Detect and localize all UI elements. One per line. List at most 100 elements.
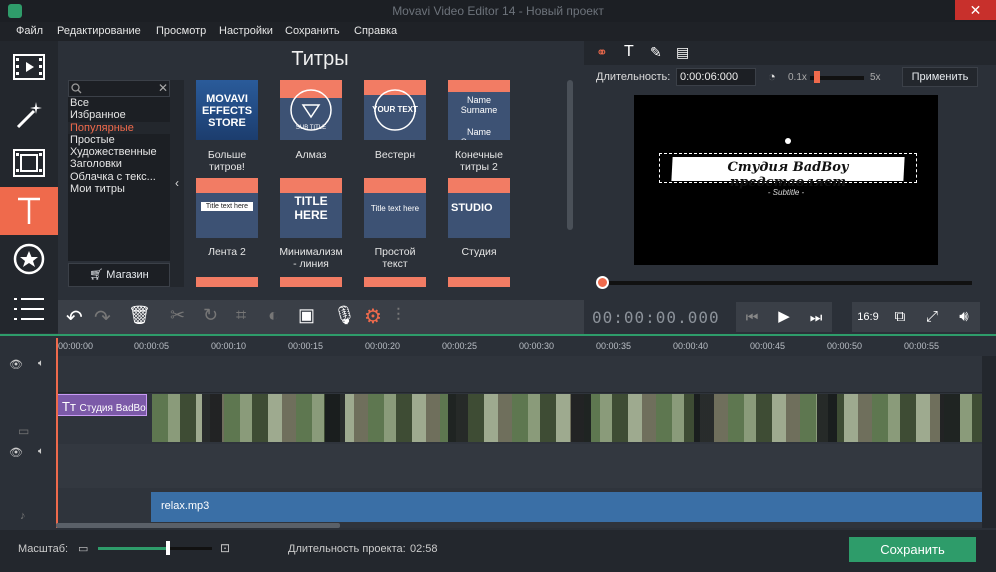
preview-progress-knob[interactable] xyxy=(596,276,609,289)
title-thumb-diamond[interactable]: SUB TITLE xyxy=(280,80,342,140)
delete-icon[interactable]: 🗑︎ xyxy=(128,305,151,326)
redo-icon[interactable]: ↷ xyxy=(94,305,111,330)
aspect-ratio-button[interactable]: 16:9 xyxy=(852,302,884,332)
title-label-studio: Студия xyxy=(461,246,497,258)
audio-track-icon: ♪ xyxy=(20,510,26,522)
title-thumb-end-credits[interactable]: Name Surname Name Surname xyxy=(448,80,510,140)
stickers-tool[interactable] xyxy=(0,235,58,283)
rotate-handle[interactable] xyxy=(785,138,791,144)
clear-search-icon[interactable]: ✕ xyxy=(158,81,168,95)
title-thumb-studio[interactable]: STUDIO xyxy=(448,178,510,238)
title-thumb-simple-text[interactable]: Title text here xyxy=(364,178,426,238)
video-preview[interactable]: Студия BadBoy представляет - Subtitle - xyxy=(634,95,938,265)
volume-button[interactable]: 🔊︎ xyxy=(948,302,980,332)
menu-settings[interactable]: Настройки xyxy=(219,25,273,37)
time-ruler[interactable]: 00:00:00 00:00:05 00:00:10 00:00:15 00:0… xyxy=(56,338,982,356)
undo-icon[interactable]: ↶ xyxy=(66,305,83,330)
eye-icon[interactable]: 👁︎ xyxy=(9,446,23,459)
menu-file[interactable]: Файл xyxy=(16,25,43,37)
search-input[interactable]: ✕ xyxy=(68,80,170,97)
category-speech-bubbles[interactable]: Облачка с текс... xyxy=(68,171,170,183)
animation-tab-icon[interactable]: ⚭ xyxy=(596,44,608,61)
category-simple[interactable]: Простые xyxy=(68,134,170,146)
menu-help[interactable]: Справка xyxy=(354,25,397,37)
duration-input[interactable]: 0:00:06:000 xyxy=(676,68,756,86)
filters-tool[interactable] xyxy=(0,139,58,187)
transition-markers xyxy=(152,394,982,442)
tick-label: 00:00:20 xyxy=(365,341,401,351)
shop-label: Магазин xyxy=(106,269,149,281)
playhead[interactable] xyxy=(56,338,58,528)
titles-tool[interactable] xyxy=(0,187,58,235)
title-label-simple-text: Простой текст xyxy=(374,246,416,270)
crop-icon[interactable]: ⌗ xyxy=(236,305,246,326)
settings-gear-icon[interactable]: ⚙ xyxy=(364,304,382,329)
eye-icon[interactable]: 👁︎ xyxy=(9,358,23,371)
menu-save[interactable]: Сохранить xyxy=(285,25,340,37)
color-picker-tab-icon[interactable]: ✎ xyxy=(650,44,662,61)
title-thumb-more[interactable]: MOVAVI EFFECTS STORE xyxy=(196,80,258,140)
microphone-icon[interactable]: 🎙︎ xyxy=(333,305,356,326)
menu-view[interactable]: Просмотр xyxy=(156,25,206,37)
thumb-text: STUDIO xyxy=(451,202,493,214)
thumb-text: MOVAVI EFFECTS STORE xyxy=(201,93,253,129)
title-thumb-minimal-line[interactable]: TITLE HERE xyxy=(280,178,342,238)
video-track[interactable] xyxy=(56,444,982,488)
speed-gauge-icon: ◔ xyxy=(768,69,776,84)
title-label-diamond: Алмаз xyxy=(295,149,327,161)
timeline-scrollbar[interactable] xyxy=(56,523,340,528)
category-popular[interactable]: Популярные xyxy=(68,121,170,134)
fullscreen-button[interactable]: ⤢ xyxy=(916,302,948,332)
menu-edit[interactable]: Редактирование xyxy=(57,25,141,37)
title-thumb-ribbon[interactable]: Title text here xyxy=(196,178,258,238)
equalizer-icon[interactable]: ⫶ xyxy=(396,305,401,326)
category-my-titles[interactable]: Мои титры xyxy=(68,183,170,195)
preview-progress-track[interactable] xyxy=(602,281,972,285)
color-adjust-icon[interactable]: ◐ xyxy=(268,305,279,326)
category-favorites[interactable]: Избранное xyxy=(68,109,170,121)
rotate-icon[interactable]: ↻ xyxy=(203,305,218,326)
overlay-track[interactable] xyxy=(56,356,982,392)
text-tab-icon[interactable]: T xyxy=(624,43,634,61)
mute-icon[interactable]: 🔈︎ xyxy=(38,358,44,369)
title-thumb-western[interactable]: YOUR TEXT xyxy=(364,80,426,140)
titles-scrollbar[interactable] xyxy=(567,80,573,230)
save-preset-tab-icon[interactable]: ▤ xyxy=(676,44,689,61)
video-track-icon: ▭ xyxy=(18,424,30,438)
audio-clip[interactable]: relax.mp3 xyxy=(151,492,982,522)
category-artistic[interactable]: Художественные xyxy=(68,146,170,158)
more-tool[interactable] xyxy=(0,285,58,333)
cut-icon[interactable]: ✂ xyxy=(170,305,185,326)
close-button[interactable]: ✕ xyxy=(955,0,996,20)
image-icon[interactable]: ▣ xyxy=(298,305,315,326)
save-button[interactable]: Сохранить xyxy=(849,537,976,562)
title-thumb-row3[interactable] xyxy=(280,277,342,287)
timecode: 00:00:00.000 xyxy=(592,308,720,327)
tick-label: 00:00:25 xyxy=(442,341,478,351)
category-headers[interactable]: Заголовки xyxy=(68,158,170,170)
apply-button[interactable]: Применить xyxy=(902,67,978,87)
zoom-slider-handle[interactable] xyxy=(166,541,170,555)
timeline-vscroll[interactable] xyxy=(982,356,996,528)
popout-button[interactable]: ⧉ xyxy=(884,302,916,332)
category-all[interactable]: Все xyxy=(68,97,170,109)
title-thumb-row3[interactable] xyxy=(196,277,258,287)
cart-icon: 🛒︎ xyxy=(89,269,107,281)
skip-back-button[interactable]: ⏮︎ xyxy=(736,302,768,332)
title-thumb-row3[interactable] xyxy=(448,277,510,287)
title-clip-label: Студия BadBoy xyxy=(79,403,147,414)
effects-tool[interactable] xyxy=(0,91,58,139)
import-tool[interactable] xyxy=(0,43,58,91)
zoom-out-icon[interactable]: ▭ xyxy=(78,542,88,555)
play-button[interactable]: ▶ xyxy=(768,302,800,332)
shop-button[interactable]: 🛒︎ Магазин xyxy=(68,263,170,287)
title-clip[interactable]: Tт Студия BadBoy xyxy=(57,394,147,416)
tick-label: 00:00:35 xyxy=(596,341,632,351)
speed-max-label: 5x xyxy=(870,72,881,83)
title-thumb-row3[interactable] xyxy=(364,277,426,287)
skip-forward-button[interactable]: ⏭︎ xyxy=(800,302,832,332)
speed-slider-handle[interactable] xyxy=(814,71,820,83)
fullscreen-icon: ⤢ xyxy=(925,308,938,325)
zoom-in-icon[interactable]: ⊡ xyxy=(220,541,230,555)
mute-icon[interactable]: 🔈︎ xyxy=(38,446,44,457)
